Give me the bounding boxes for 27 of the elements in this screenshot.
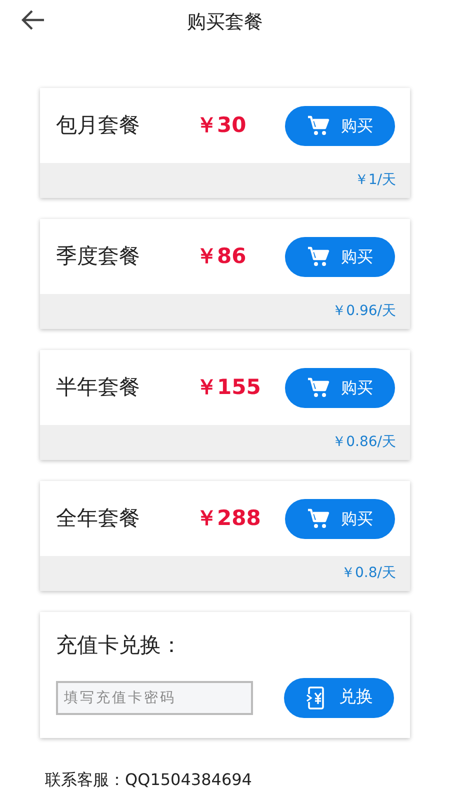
plan-name: 季度套餐 xyxy=(56,242,141,270)
buy-button[interactable]: 购买 xyxy=(285,106,395,146)
buy-button[interactable]: 购买 xyxy=(285,236,395,276)
redeem-button[interactable]: 兑换 xyxy=(284,678,394,718)
contact-text: 联系客服：QQ1504384694 xyxy=(45,769,253,791)
daily-price: ￥1/天 xyxy=(354,171,396,190)
buy-button[interactable]: 购买 xyxy=(285,368,395,408)
plan-name: 包月套餐 xyxy=(56,112,141,139)
daily-price: ￥0.8/天 xyxy=(341,564,396,583)
cart-icon xyxy=(307,244,331,268)
page-title: 购买套餐 xyxy=(187,10,263,35)
plan-price: ￥30 xyxy=(196,112,246,139)
plan-name: 全年套餐 xyxy=(56,504,141,532)
card-code-field[interactable]: 填写充值卡密码 xyxy=(56,680,253,714)
redeem-title: 充值卡兑换： xyxy=(56,632,183,659)
exchange-icon xyxy=(305,686,327,710)
daily-price: ￥0.86/天 xyxy=(332,433,396,452)
cart-icon xyxy=(307,376,331,400)
plan-price: ￥86 xyxy=(196,242,246,270)
cart-icon xyxy=(307,506,331,530)
buy-button[interactable]: 购买 xyxy=(285,498,395,538)
daily-price: ￥0.96/天 xyxy=(332,302,396,321)
cart-icon xyxy=(307,114,331,138)
plan-price: ￥155 xyxy=(196,374,261,401)
back-icon[interactable] xyxy=(20,9,46,31)
plan-price: ￥288 xyxy=(196,504,261,532)
plan-name: 半年套餐 xyxy=(56,374,141,401)
